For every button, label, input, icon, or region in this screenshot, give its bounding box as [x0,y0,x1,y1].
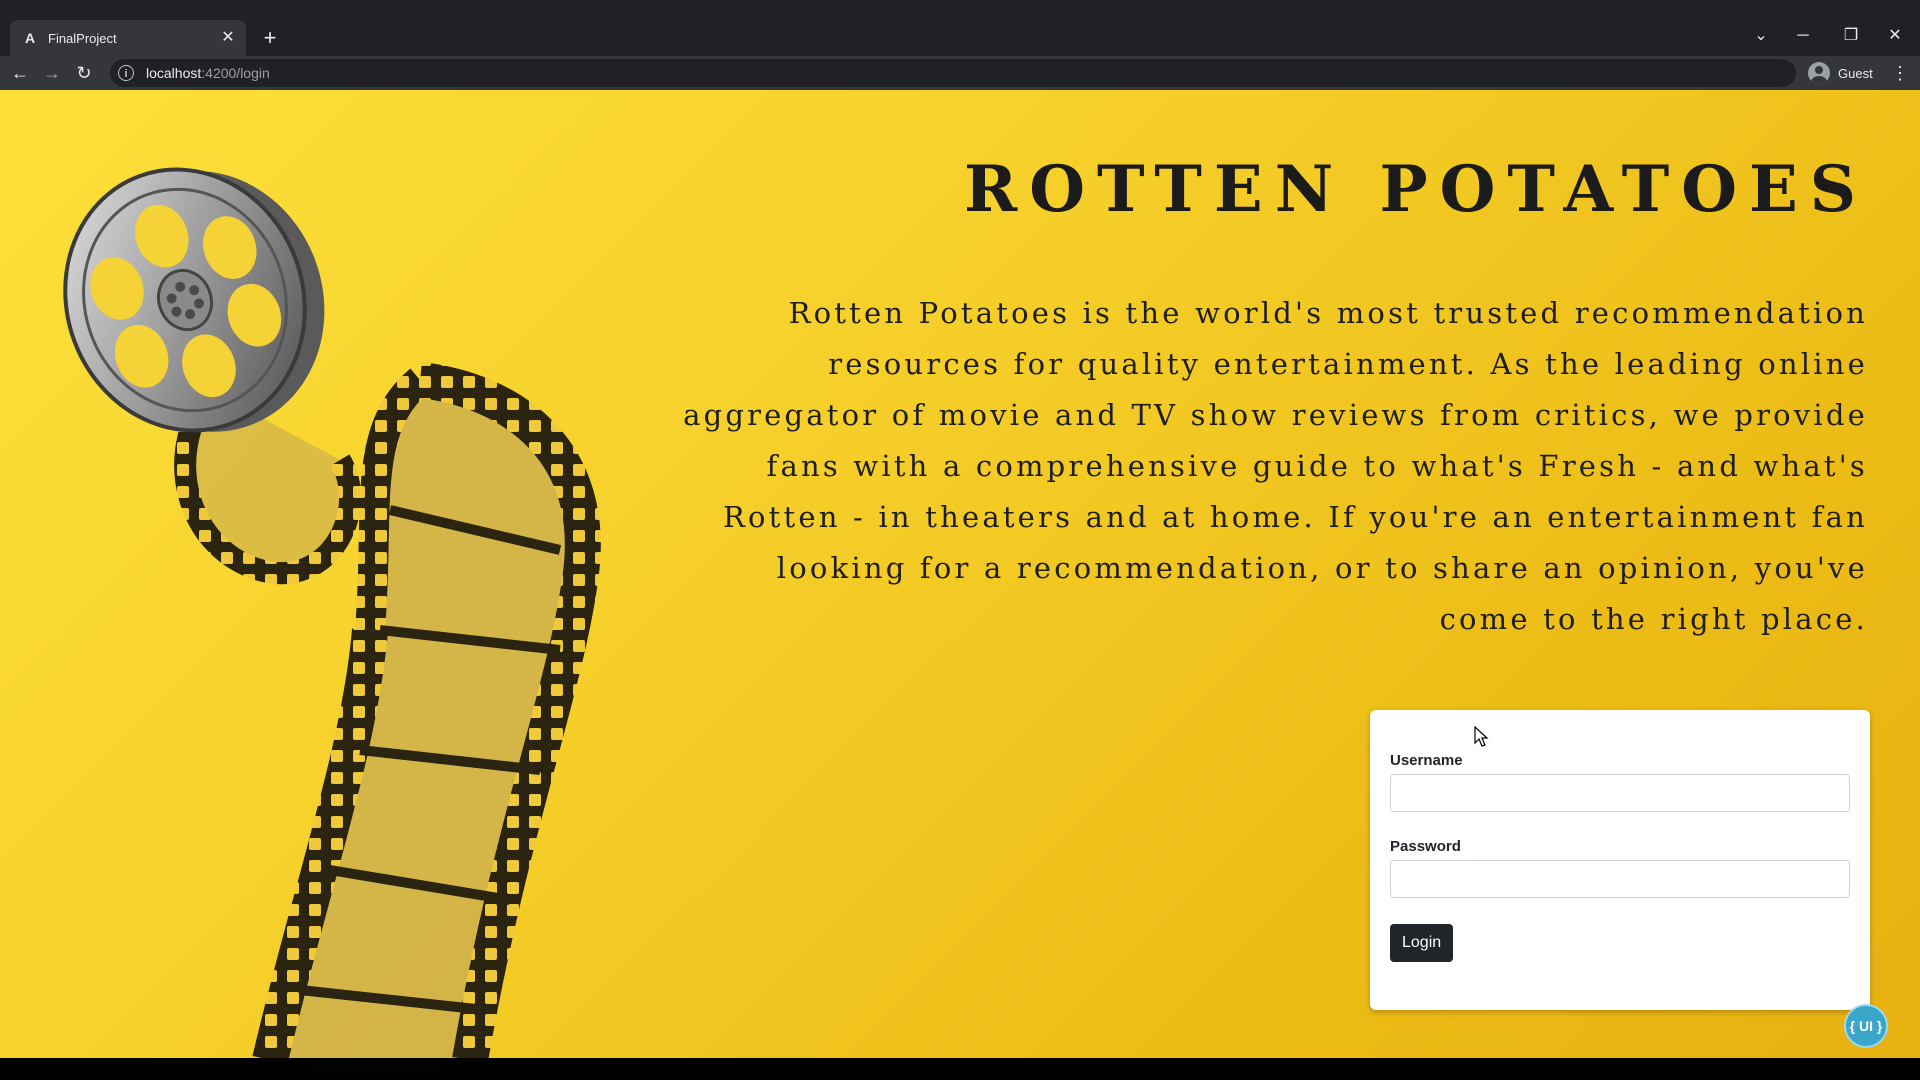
url-host: localhost [146,65,202,81]
angular-favicon-icon: A [24,30,36,46]
film-reel [63,167,325,433]
arrow-right-icon: → [43,63,61,83]
browser-toolbar: ← → ↻ i localhost :4200/login Guest ⋮ [0,56,1920,90]
info-icon[interactable]: i [118,65,134,81]
site-description: Rotten Potatoes is the world's most trus… [683,296,1868,636]
restore-button[interactable]: ❐ [1836,24,1866,48]
username-label: Username [1390,752,1463,769]
browser-chrome: A FinalProject ✕ + ⌄ ─ ❐ ✕ ← → ↻ i local… [0,0,1920,90]
reload-icon: ↻ [76,63,92,83]
tab-title: FinalProject [48,30,117,46]
back-button[interactable]: ← [8,61,32,85]
url-path: :4200/login [201,65,270,81]
login-button[interactable]: Login [1390,924,1454,962]
minimize-button[interactable]: ─ [1788,24,1818,48]
forward-button[interactable]: → [40,61,64,85]
taskbar-strip [0,1058,1920,1080]
tab-strip: A FinalProject ✕ + ⌄ ─ ❐ ✕ [0,18,1920,56]
browser-menu-button[interactable]: ⋮ [1890,61,1910,85]
close-window-button[interactable]: ✕ [1880,24,1910,48]
mouse-cursor-icon [1474,726,1489,747]
reload-button[interactable]: ↻ [72,61,96,85]
close-tab-icon[interactable]: ✕ [218,28,238,48]
tab-search-icon[interactable]: ⌄ [1746,24,1776,48]
new-tab-button[interactable]: + [258,26,282,50]
arrow-left-icon: ← [11,63,29,83]
profile-name: Guest [1838,65,1873,81]
kebab-menu-icon: ⋮ [1891,63,1909,83]
film-reel-illustration [63,167,601,1058]
password-label: Password [1390,838,1461,855]
tab-finalproject[interactable]: A FinalProject ✕ [10,20,246,56]
password-input[interactable] [1390,860,1850,898]
brand-title: Rotten Potatoes [964,152,1868,227]
login-form: Username Password Login [1370,710,1870,1010]
ui-badge-button[interactable]: { UI } [1844,1004,1888,1048]
username-input[interactable] [1390,774,1850,812]
film-strip [174,362,601,1058]
avatar-icon [1808,62,1830,84]
login-page: Rotten Potatoes Rotten Potatoes is the w… [0,90,1920,1058]
profile-button[interactable]: Guest [1808,60,1873,86]
address-bar[interactable]: i localhost :4200/login [110,59,1796,87]
